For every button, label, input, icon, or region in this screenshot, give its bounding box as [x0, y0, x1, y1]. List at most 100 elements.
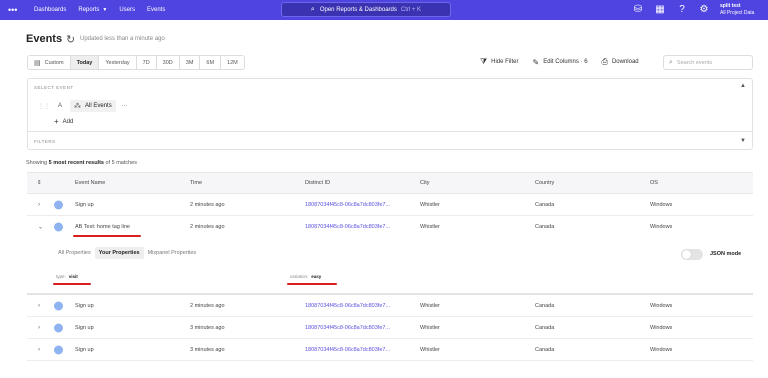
column-header-time[interactable]: Time — [190, 180, 202, 186]
panel-divider — [28, 131, 752, 132]
user-avatar-icon — [54, 323, 63, 332]
column-header-os[interactable]: OS — [650, 180, 658, 186]
table-row[interactable]: › Sign up 2 minutes ago 18087034f45c8-06… — [27, 194, 753, 216]
download-button[interactable]: ⎙ Download — [602, 57, 639, 67]
cell-os: Windows — [650, 346, 673, 353]
nav-events[interactable]: Events — [147, 7, 165, 13]
user-avatar-icon — [54, 301, 63, 310]
cell-city: Whistler — [420, 201, 440, 208]
global-search-label: Open Reports & Dashboards — [319, 6, 397, 13]
date-7d-button[interactable]: 7D — [137, 56, 157, 69]
cell-time: 3 minutes ago — [190, 324, 225, 331]
json-mode-label: JSON mode — [710, 251, 742, 257]
chevron-right-icon[interactable]: › — [38, 347, 40, 353]
chevron-right-icon[interactable]: › — [38, 202, 40, 208]
calendar-icon: ▤ — [34, 59, 41, 67]
chevron-right-icon[interactable]: › — [38, 325, 40, 331]
date-custom-button[interactable]: ▤ Custom — [28, 56, 71, 69]
cell-distinct-id[interactable]: 18087034f45c8-06c8a7dc803fe7... — [305, 325, 390, 331]
chevron-up-icon[interactable]: ▲ — [740, 83, 746, 89]
cell-distinct-id[interactable]: 18087034f45c8-06c8a7dc803fe7... — [305, 202, 390, 208]
cell-distinct-id[interactable]: 18087034f45c8-06c8a7dc803fe7... — [305, 303, 390, 309]
toggle-knob — [682, 250, 691, 259]
tab-your-properties[interactable]: Your Properties — [94, 247, 144, 259]
date-custom-label: Custom — [44, 59, 64, 66]
user-avatar-icon — [54, 200, 63, 209]
cell-country: Canada — [535, 224, 555, 230]
property-key: variation — [290, 274, 308, 279]
cell-country: Canada — [535, 201, 555, 208]
table-row[interactable]: › Sign up 3 minutes ago 18087034f45c8-06… — [27, 317, 753, 339]
table-row[interactable]: › Sign up 2 minutes ago 18087034f45c8-06… — [27, 295, 753, 317]
user-name: split test — [720, 3, 741, 9]
date-3m-button[interactable]: 3M — [180, 56, 201, 69]
database-icon[interactable]: ⛁ — [632, 4, 644, 16]
chevron-down-icon[interactable]: ⌄ — [38, 224, 43, 231]
properties-tabs: All Properties Your Properties Mixpanel … — [54, 247, 200, 259]
column-header-event-name[interactable]: Event Name — [75, 180, 105, 186]
results-suffix: of 5 matches — [105, 160, 138, 166]
add-event-button[interactable]: + Add — [54, 117, 73, 126]
cell-distinct-id[interactable]: 18087034f45c8-06c8a7dc803fe7... — [305, 347, 390, 353]
json-mode-toggle[interactable] — [681, 249, 703, 260]
user-avatar-icon — [54, 222, 63, 232]
cell-time: 2 minutes ago — [190, 224, 225, 230]
drag-handle-icon[interactable]: ⋮⋮ — [38, 103, 50, 110]
tab-mixpanel-properties[interactable]: Mixpanel Properties — [144, 247, 201, 259]
cell-event-name: Sign up — [75, 346, 94, 353]
hide-filter-label: Hide Filter — [491, 59, 519, 65]
cell-os: Windows — [650, 224, 673, 230]
project-switcher[interactable]: split test All Project Data — [720, 3, 754, 17]
date-6m-button[interactable]: 6M — [200, 56, 222, 69]
nav-users[interactable]: Users — [119, 7, 135, 13]
cell-distinct-id[interactable]: 18087034f45c8-06c8a7dc803fe7... — [305, 224, 390, 230]
search-icon: ⌕ — [669, 58, 673, 66]
cell-time: 3 minutes ago — [190, 346, 225, 353]
table-row[interactable]: › Sign up 3 minutes ago 18087034f45c8-06… — [27, 339, 753, 361]
chevron-down-icon[interactable]: ▼ — [740, 138, 746, 144]
date-today-button[interactable]: Today — [70, 56, 100, 69]
event-selector-row: ⋮⋮ A ⁂ All Events ··· — [38, 100, 128, 112]
cell-os: Windows — [650, 201, 673, 208]
user-avatar-icon — [54, 345, 63, 354]
edit-columns-label: Edit Columns · 6 — [543, 59, 588, 65]
app-menu-icon[interactable]: ••• — [8, 5, 22, 15]
global-search-button[interactable]: ⌕ Open Reports & Dashboards Ctrl + K — [281, 2, 451, 17]
edit-columns-button[interactable]: ✎ Edit Columns · 6 — [532, 58, 587, 67]
more-options-icon[interactable]: ··· — [122, 103, 128, 109]
event-chip-label: All Events — [85, 103, 112, 109]
filter-icon: ⧩ — [480, 57, 488, 66]
sort-icon[interactable]: ⇕ — [37, 180, 42, 186]
nav-reports[interactable]: Reports ▼ — [78, 7, 107, 13]
cell-event-name: Sign up — [75, 302, 94, 309]
cell-city: Whistler — [420, 302, 440, 309]
property-key: type — [56, 274, 65, 279]
column-header-city[interactable]: City — [420, 180, 429, 186]
event-chip[interactable]: ⁂ All Events — [70, 100, 116, 112]
table-row-expanded[interactable]: ⌄ AB Test: home tag line 2 minutes ago 1… — [27, 216, 753, 238]
results-count: 5 most recent results — [48, 160, 104, 166]
date-yesterday-button[interactable]: Yesterday — [99, 56, 137, 69]
help-icon[interactable]: ? — [676, 4, 688, 16]
page-title: Events — [26, 33, 63, 45]
apps-grid-icon[interactable]: ▦ — [654, 4, 666, 16]
chevron-right-icon[interactable]: › — [38, 303, 40, 309]
navbar-icons: ⛁ ▦ ? ⚙ — [632, 4, 710, 16]
pencil-icon: ✎ — [532, 57, 540, 67]
date-12m-button[interactable]: 12M — [221, 56, 244, 69]
nav-dashboards[interactable]: Dashboards — [34, 7, 66, 13]
column-header-distinct-id[interactable]: Distinct ID — [305, 180, 330, 186]
search-events-input[interactable]: ⌕ Search events — [663, 55, 753, 70]
hide-filter-button[interactable]: ⧩ Hide Filter — [480, 57, 518, 67]
tab-all-properties[interactable]: All Properties — [54, 247, 95, 259]
updated-timestamp: Updated less than a minute ago — [80, 36, 165, 42]
date-30d-button[interactable]: 30D — [157, 56, 180, 69]
column-header-country[interactable]: Country — [535, 180, 554, 186]
refresh-icon[interactable]: ↻ — [66, 33, 75, 46]
cell-city: Whistler — [420, 346, 440, 353]
property-value: easy — [311, 274, 322, 279]
cell-time: 2 minutes ago — [190, 201, 225, 208]
date-range-selector: ▤ Custom Today Yesterday 7D 30D 3M 6M 12M — [27, 55, 245, 70]
gear-icon[interactable]: ⚙ — [698, 4, 710, 16]
cell-country: Canada — [535, 346, 555, 353]
